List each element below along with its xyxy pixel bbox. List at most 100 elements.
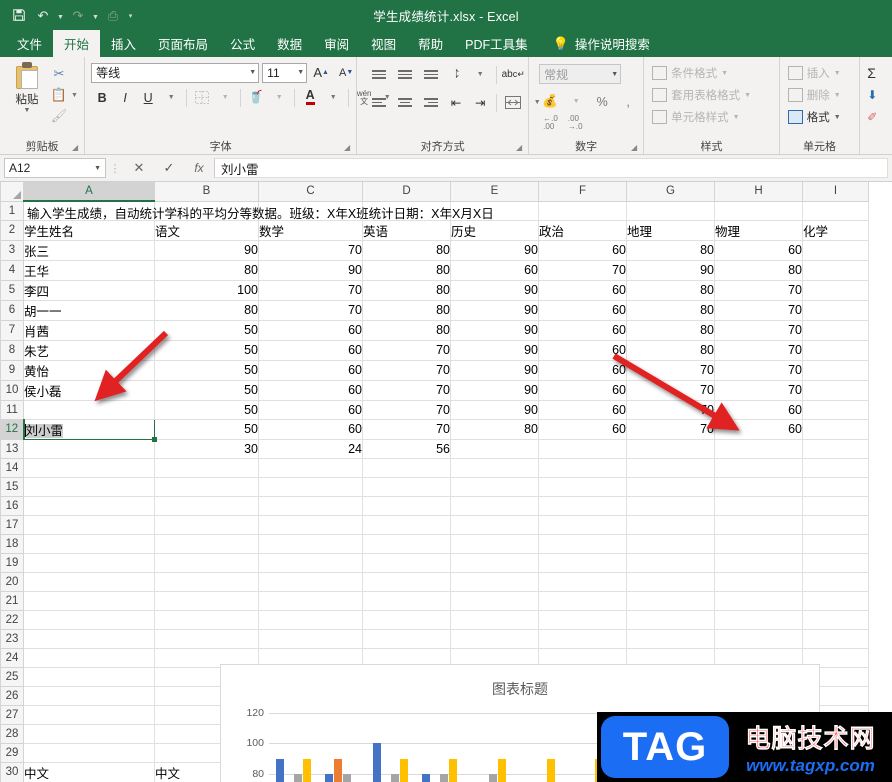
cell-F12[interactable]: 60: [538, 419, 627, 440]
bar-历史-4[interactable]: [497, 758, 506, 782]
cell-I23[interactable]: [802, 629, 869, 649]
bar-英语-2[interactable]: [391, 773, 400, 782]
cell-A6[interactable]: 胡一一: [23, 300, 155, 321]
cell-H8[interactable]: 70: [714, 340, 803, 361]
cell-A3[interactable]: 张三: [23, 240, 155, 261]
cell-F20[interactable]: [538, 572, 627, 592]
cell-E13[interactable]: [450, 439, 539, 459]
cell-F2[interactable]: 政治: [538, 220, 627, 241]
number-format-combo[interactable]: 常规 ▼: [539, 64, 622, 84]
bar-group-4[interactable]: 肖茜: [464, 713, 513, 782]
column-header-e[interactable]: E: [450, 182, 539, 202]
column-header-h[interactable]: H: [714, 182, 803, 202]
cell-I12[interactable]: [802, 419, 869, 440]
cell-E6[interactable]: 90: [450, 300, 539, 321]
table-row[interactable]: 9 黄怡 50 60 70 90 60 70 70: [0, 359, 869, 381]
cell-E8[interactable]: 90: [450, 340, 539, 361]
table-row[interactable]: 11 50 60 70 90 60 70 60: [0, 399, 869, 420]
cell-A20[interactable]: [23, 572, 155, 592]
decrease-indent-button[interactable]: ⇤: [445, 92, 467, 113]
comma-style-button[interactable]: ,: [617, 91, 639, 112]
bar-英语-0[interactable]: [293, 773, 302, 782]
cell-F21[interactable]: [538, 591, 627, 611]
paste-chevron-down-icon[interactable]: ▼: [24, 107, 31, 114]
cell-C9[interactable]: 60: [258, 360, 363, 381]
bar-英语-4[interactable]: [488, 773, 497, 782]
font-size-combo[interactable]: 11 ▼: [262, 62, 308, 83]
cell-G18[interactable]: [626, 534, 715, 554]
cell-D8[interactable]: 70: [362, 340, 451, 361]
cell-D21[interactable]: [362, 591, 451, 611]
row-header-14[interactable]: 14: [0, 457, 24, 478]
bar-语文-0[interactable]: [275, 758, 284, 782]
cell-G16[interactable]: [626, 496, 715, 516]
decrease-decimal-button[interactable]: ←.0.00: [543, 115, 558, 131]
cell-B23[interactable]: [154, 629, 259, 649]
cell-F7[interactable]: 60: [538, 320, 627, 341]
cell-E22[interactable]: [450, 610, 539, 630]
cell-F8[interactable]: 60: [538, 340, 627, 361]
column-header-i[interactable]: I: [802, 182, 869, 202]
insert-function-button[interactable]: fx: [184, 158, 214, 179]
cell-G7[interactable]: 80: [626, 320, 715, 341]
row-header-12[interactable]: 12: [0, 418, 25, 440]
cell-F19[interactable]: [538, 553, 627, 573]
cell-C20[interactable]: [258, 572, 363, 592]
font-name-combo[interactable]: 等线 ▼: [91, 62, 260, 83]
bold-button[interactable]: B: [91, 87, 113, 108]
cell-C22[interactable]: [258, 610, 363, 630]
cell-E7[interactable]: 90: [450, 320, 539, 341]
row-header-1[interactable]: 1: [0, 200, 24, 221]
cell-I2[interactable]: 化学: [802, 220, 869, 241]
cell-D2[interactable]: 英语: [362, 220, 451, 241]
cell-C13[interactable]: 24: [258, 439, 363, 459]
align-center-button[interactable]: [393, 93, 417, 113]
cell-E4[interactable]: 60: [450, 260, 539, 281]
row-header-28[interactable]: 28: [0, 723, 24, 744]
bar-英语-1[interactable]: [342, 773, 351, 782]
row-header-19[interactable]: 19: [0, 552, 24, 573]
tab-home[interactable]: 开始: [53, 30, 101, 57]
tab-view[interactable]: 视图: [360, 30, 407, 57]
cell-B18[interactable]: [154, 534, 259, 554]
cell-I7[interactable]: [802, 320, 869, 341]
align-right-button[interactable]: [419, 93, 443, 113]
cell-B4[interactable]: 80: [154, 260, 259, 281]
cell-A27[interactable]: [23, 705, 155, 725]
cell-G20[interactable]: [626, 572, 715, 592]
row-header-22[interactable]: 22: [0, 609, 24, 630]
cell-G23[interactable]: [626, 629, 715, 649]
table-row[interactable]: 15: [0, 476, 869, 497]
name-box-chevron-down-icon[interactable]: ▼: [94, 165, 101, 172]
cell-C16[interactable]: [258, 496, 363, 516]
cell-D15[interactable]: [362, 477, 451, 497]
row-header-16[interactable]: 16: [0, 495, 24, 516]
cell-G6[interactable]: 80: [626, 300, 715, 321]
table-row[interactable]: 14: [0, 457, 869, 478]
table-row[interactable]: 16: [0, 495, 869, 516]
cell-I1[interactable]: [802, 201, 869, 221]
cell-D3[interactable]: 80: [362, 240, 451, 261]
cell-G12[interactable]: 70: [626, 419, 715, 440]
cell-I3[interactable]: [802, 240, 869, 261]
font-color-chevron-down-icon[interactable]: ▼: [322, 87, 344, 108]
cell-H11[interactable]: 60: [714, 400, 803, 420]
fill-color-chevron-down-icon[interactable]: ▼: [268, 87, 290, 108]
cell-H15[interactable]: [714, 477, 803, 497]
cell-G11[interactable]: 70: [626, 400, 715, 420]
bar-历史-5[interactable]: [546, 758, 555, 782]
cell-C17[interactable]: [258, 515, 363, 535]
select-all-corner[interactable]: [0, 182, 24, 202]
cell-E17[interactable]: [450, 515, 539, 535]
bar-语文-3[interactable]: [422, 773, 431, 782]
cell-F1[interactable]: [538, 201, 627, 221]
cell-I18[interactable]: [802, 534, 869, 554]
increase-font-size-button[interactable]: A ▲: [310, 62, 332, 83]
name-box[interactable]: A12 ▼: [4, 158, 106, 178]
table-row[interactable]: 2 学生姓名 语文 数学 英语 历史 政治 地理 物理 化学: [0, 219, 869, 241]
column-header-c[interactable]: C: [258, 182, 363, 202]
cell-B7[interactable]: 50: [154, 320, 259, 341]
align-middle-button[interactable]: [393, 65, 417, 85]
row-header-29[interactable]: 29: [0, 742, 24, 763]
cell-F17[interactable]: [538, 515, 627, 535]
